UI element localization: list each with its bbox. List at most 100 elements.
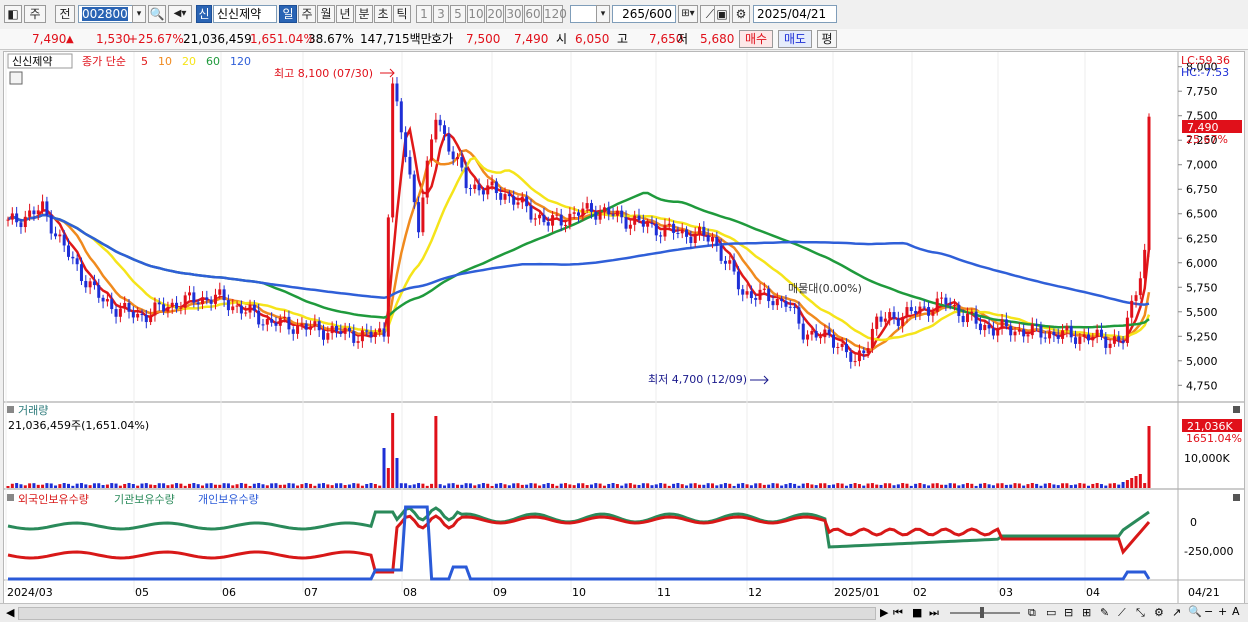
sell-button[interactable]: 매도 [778,30,812,48]
interval-button-120[interactable]: 120 [543,5,567,23]
zoom-in-icon[interactable]: + [1218,605,1227,618]
window-icon[interactable]: ▭ [1046,606,1056,619]
expand-icon[interactable]: ⤡ [1136,606,1145,620]
volume-value-label: 21,036,459주(1,651.04%) [8,419,149,432]
search-icon[interactable]: 🔍 [148,5,166,23]
candle-body [443,125,447,134]
high-arrow-icon [380,68,395,78]
interval-dropdown-icon[interactable]: ▾ [596,5,610,23]
panel-toggle-icon[interactable] [7,494,14,501]
volume-bar [473,485,477,488]
font-size-icon[interactable]: A [1232,605,1240,618]
panel-close-icon[interactable] [1233,406,1240,413]
candle-body [866,348,870,354]
stop-icon[interactable]: ■ [912,606,922,619]
candle-body [862,350,866,354]
volume-bar [1065,483,1069,488]
period-tab-2[interactable]: 월 [317,5,335,23]
volume-bar [615,484,619,488]
split-icon[interactable]: ⊟ [1064,606,1073,619]
eval-button[interactable]: 평 [817,30,837,48]
volume-bar [719,484,723,488]
scroll-right-icon[interactable]: ▶ [880,606,888,619]
period-tab-4[interactable]: 분 [355,5,373,23]
grid-icon[interactable]: ⊞ [1082,606,1091,619]
scroll-left-icon[interactable]: ◀ [6,606,14,619]
volume-bar [698,484,702,488]
volume-bar [395,458,399,488]
candle-body [693,233,697,244]
bottom-scrollbar[interactable]: ◀ ▶ ⏮ ■ ⏭ ⧉ ▭ ⊟ ⊞ ✎ ⟋ ⤡ ⚙ ↗ 🔍 − + A [0,603,1248,622]
period-tab-5[interactable]: 초 [374,5,392,23]
volume-bar [15,483,19,488]
interval-button-5[interactable]: 5 [450,5,466,23]
candle-body [175,302,179,309]
ma-legend-60: 60 [206,55,220,68]
volume-bar [611,483,615,488]
period-tab-3[interactable]: 년 [336,5,354,23]
layout-icon[interactable]: ⧉ [1028,606,1036,620]
draw-icon[interactable]: ✎ [1100,606,1109,619]
interval-button-3[interactable]: 3 [433,5,449,23]
date-input[interactable]: 2025/04/21 [753,5,837,23]
interval-button-10[interactable]: 10 [467,5,485,23]
interval-button-60[interactable]: 60 [524,5,542,23]
volume-bar [101,485,105,488]
panel-close-icon[interactable] [1233,494,1240,501]
stock-name-field[interactable]: 신신제약 [213,5,277,23]
candle-body [680,229,684,234]
volume-bar [762,484,766,488]
volume-bar [706,483,710,488]
candle-body [1074,337,1078,344]
candle-body [741,289,745,295]
volume-bar [162,483,166,488]
interval-button-30[interactable]: 30 [505,5,523,23]
period-tab-6[interactable]: 틱 [393,5,411,23]
gear-icon[interactable]: ⚙ [732,5,750,23]
prev-button[interactable]: 전 [55,5,75,23]
volume-bar [844,485,848,488]
candle-body [957,304,961,316]
interval-button-1[interactable]: 1 [416,5,432,23]
volume-bar [127,483,131,488]
rewind-icon[interactable]: ⏮ [893,606,903,620]
forward-icon[interactable]: ⏭ [929,606,939,620]
buy-button[interactable]: 매수 [739,30,773,48]
trend-icon[interactable]: ⟋ [1118,606,1126,620]
candle-body [624,217,628,229]
volume-bar [92,483,96,488]
candle-type-icon[interactable]: ⊞▾ [678,5,698,23]
mode-select[interactable]: 주 [24,5,46,23]
code-dropdown-icon[interactable]: ▾ [132,5,146,23]
volume-bar [136,485,140,488]
period-tab-0[interactable]: 일 [279,5,297,23]
candle-body [965,313,969,323]
zoom-out-icon[interactable]: − [1204,605,1213,618]
candle-body [568,213,572,225]
count-field[interactable]: 265/600 [612,5,676,23]
cursor-icon[interactable]: ↗ [1172,606,1181,619]
period-tab-1[interactable]: 주 [298,5,316,23]
scroll-track[interactable] [18,607,876,620]
layout-icon[interactable]: ◧ [4,5,22,23]
zoom-icon[interactable]: 🔍 [1188,605,1202,618]
price-y-tick: 7,750 [1186,85,1218,98]
grid-toggle-icon[interactable] [9,71,23,85]
candle-body [659,235,663,237]
interval-button-20[interactable]: 20 [486,5,504,23]
volume-bar [667,485,671,488]
chart-canvas[interactable]: 8,0007,7507,5007,2507,0006,7506,5006,250… [4,52,1244,604]
save-icon[interactable]: ▣ [714,5,730,23]
candle-body [819,337,823,339]
candle-body [1026,335,1030,337]
buy-label: 매수 [744,32,768,46]
speaker-icon[interactable]: ◀▾ [168,5,192,23]
settings-icon[interactable]: ⚙ [1154,606,1164,619]
candle-body [71,256,75,259]
zoom-slider[interactable] [950,612,1020,614]
zoom-slider-handle[interactable] [980,607,984,618]
candle-body [252,304,256,311]
chart-area[interactable]: 8,000 7,750 7,500 7,250 7,000 6,750 6,500 6,250… [3,51,1245,605]
panel-toggle-icon[interactable] [7,406,14,413]
volume-bar [287,483,291,488]
